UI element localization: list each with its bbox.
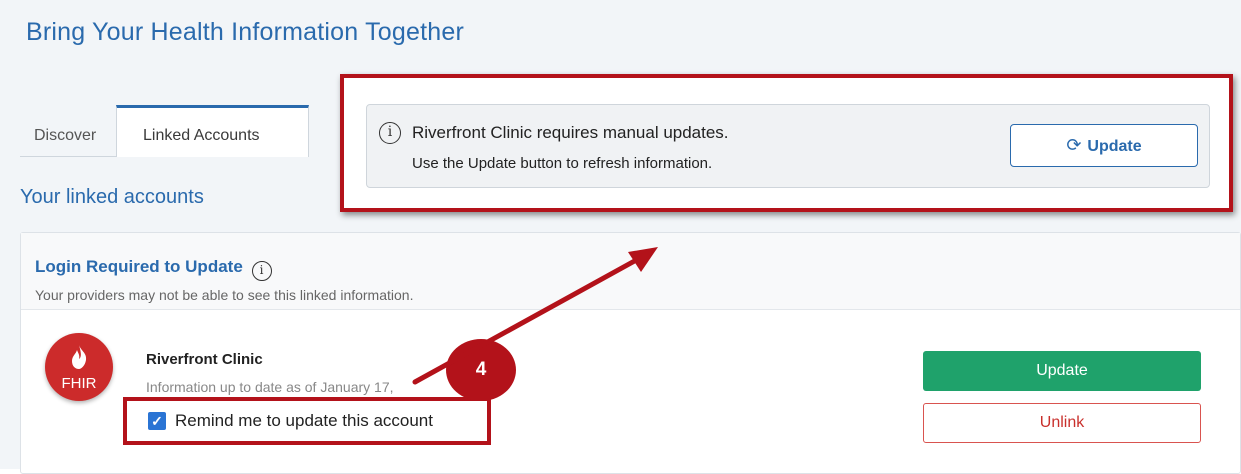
remind-checkbox[interactable]: ✓ — [148, 412, 166, 430]
notice-update-button[interactable]: ⟳ Update — [1010, 124, 1198, 167]
notice-callout: i Riverfront Clinic requires manual upda… — [340, 74, 1233, 212]
account-card: Login Required to Update i Your provider… — [20, 232, 1241, 474]
info-icon: i — [379, 122, 401, 144]
screen: Bring Your Health Information Together D… — [0, 0, 1241, 474]
notice-instruction: Use the Update button to refresh informa… — [412, 155, 713, 172]
tab-discover[interactable]: Discover — [20, 105, 116, 157]
clinic-updated-date: Information up to date as of January 17, — [146, 379, 394, 395]
fhir-logo: FHIR — [45, 333, 113, 401]
remind-label[interactable]: Remind me to update this account — [175, 411, 433, 431]
login-required-description: Your providers may not be able to see th… — [35, 287, 414, 303]
notice-message: Riverfront Clinic requires manual update… — [412, 123, 729, 142]
notice-banner: i Riverfront Clinic requires manual upda… — [366, 104, 1210, 188]
step-badge: 4 — [446, 339, 516, 401]
login-required-label: Login Required to Update — [35, 257, 243, 276]
info-icon[interactable]: i — [251, 261, 272, 281]
tab-linked-accounts[interactable]: Linked Accounts — [116, 105, 309, 157]
unlink-button[interactable]: Unlink — [923, 403, 1201, 443]
section-heading: Your linked accounts — [20, 186, 204, 208]
clinic-name: Riverfront Clinic — [146, 351, 263, 368]
update-button[interactable]: Update — [923, 351, 1201, 391]
flame-icon — [72, 345, 87, 369]
card-header: Login Required to Update i Your provider… — [21, 233, 1240, 310]
fhir-logo-text: FHIR — [61, 375, 97, 392]
refresh-icon: ⟳ — [1066, 135, 1082, 155]
login-required-title: Login Required to Update i — [35, 257, 272, 281]
remind-highlight-box: ✓ Remind me to update this account — [123, 397, 491, 445]
notice-update-label: Update — [1087, 138, 1142, 155]
page-title: Bring Your Health Information Together — [26, 18, 464, 46]
